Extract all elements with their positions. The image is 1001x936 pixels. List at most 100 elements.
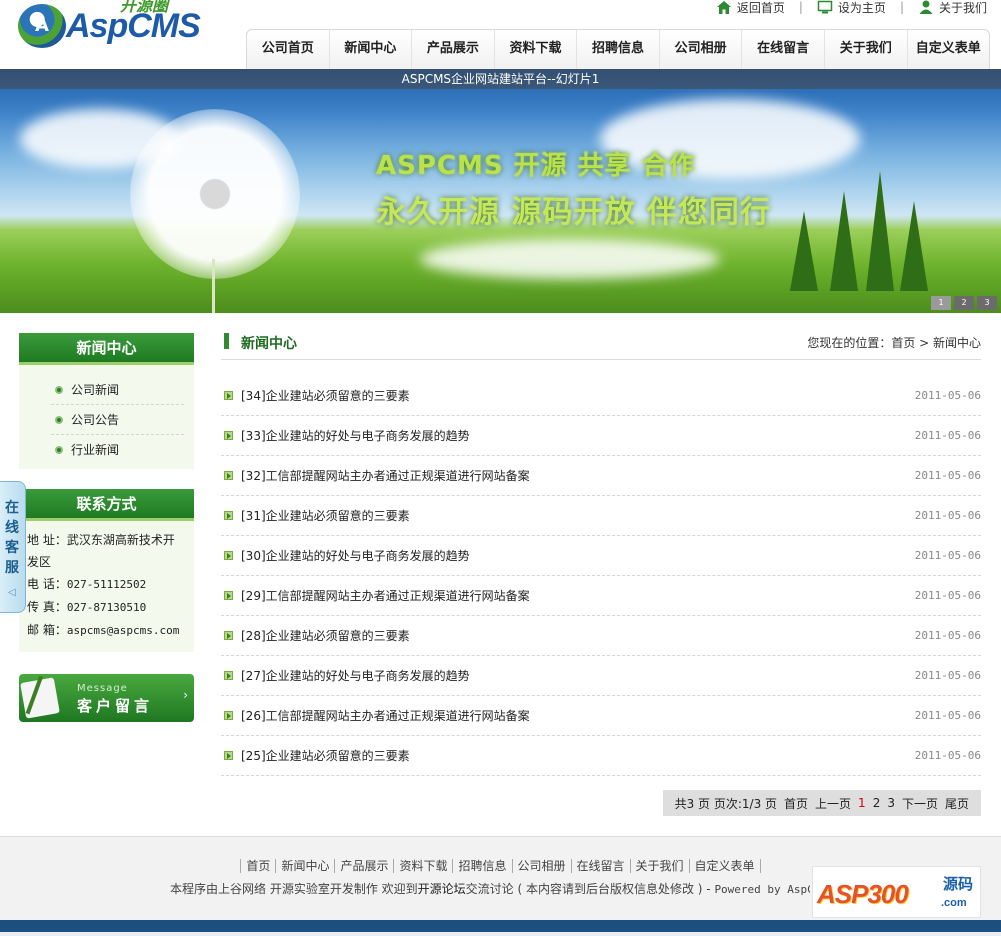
nav-item-album[interactable]: 公司相册 [658,30,742,69]
toplink-about[interactable]: 关于我们 [918,0,987,16]
news-title[interactable]: [30]企业建站的好处与电子商务发展的趋势 [241,547,470,564]
news-item[interactable]: [26]工信部提醒网站主办者通过正规渠道进行网站备案 2011-05-06 [221,696,981,736]
news-item[interactable]: [30]企业建站的好处与电子商务发展的趋势 2011-05-06 [221,536,981,576]
arrow-bullet-icon [224,671,233,680]
toplink-set-home[interactable]: 设为主页 [817,0,886,16]
breadcrumb: 您现在的位置：首页 > 新闻中心 [807,336,981,350]
news-title[interactable]: [29]工信部提醒网站主办者通过正规渠道进行网站备案 [241,587,530,604]
footer-link-downloads[interactable]: 资料下载 [393,859,453,873]
toplink-set-home-label: 设为主页 [837,0,886,15]
pager-page-3[interactable]: 3 [887,796,895,810]
footer-link-jobs[interactable]: 招聘信息 [452,859,512,873]
slide-button-3[interactable]: 3 [977,296,997,310]
toplink-about-label: 关于我们 [938,0,987,15]
news-item[interactable]: [34]企业建站必须留意的三要素 2011-05-06 [221,376,981,416]
footer-link-products[interactable]: 产品展示 [334,859,394,873]
footer-powered-by: Powered by AspCMS [714,883,810,896]
contact-box: 联系方式 地 址：武汉东湖高新技术开发区 电 话：027-51112502 传 … [19,489,194,652]
pager-page-2[interactable]: 2 [873,796,881,810]
footer-link-guestbook[interactable]: 在线留言 [570,859,630,873]
news-title[interactable]: [32]工信部提醒网站主办者通过正规渠道进行网站备案 [241,467,530,484]
banner-slideshow[interactable]: ASPCMS企业网站建站平台--幻灯片1 ASPCMS 开源 共享 合作 永久开… [0,69,1001,313]
tree-image [866,171,894,291]
news-date: 2011-05-06 [914,589,981,602]
tree-image [830,191,858,291]
pager-page-1[interactable]: 1 [858,796,866,810]
arrow-bullet-icon [224,431,233,440]
news-title[interactable]: [34]企业建站必须留意的三要素 [241,387,410,404]
news-date: 2011-05-06 [914,749,981,762]
arrow-bullet-icon [224,631,233,640]
footer-link-album[interactable]: 公司相册 [511,859,571,873]
category-industry-news[interactable]: 行业新闻 [51,435,184,465]
slide-button-2[interactable]: 2 [954,296,974,310]
pager-prev[interactable]: 上一页 [815,795,851,812]
toplink-home[interactable]: 返回首页 [716,0,785,16]
chevron-right-icon: › [183,688,188,702]
news-item[interactable]: [28]企业建站必须留意的三要素 2011-05-06 [221,616,981,656]
nav-item-products[interactable]: 产品展示 [411,30,494,69]
footer-link-home[interactable]: 首页 [240,859,276,873]
pager-first[interactable]: 首页 [784,795,808,812]
footer-link-about[interactable]: 关于我们 [629,859,689,873]
category-label: 行业新闻 [71,443,120,457]
dandelion-stem [212,259,215,313]
news-title[interactable]: [31]企业建站必须留意的三要素 [241,507,410,524]
news-title[interactable]: [26]工信部提醒网站主办者通过正规渠道进行网站备案 [241,707,530,724]
category-announcements[interactable]: 公司公告 [51,405,184,435]
nav-item-news[interactable]: 新闻中心 [328,30,412,69]
news-title[interactable]: [28]企业建站必须留意的三要素 [241,627,410,644]
pager-summary: 共3 页 页次:1/3 页 [674,796,778,811]
logo[interactable]: A AspCMS 开源圈 [16,0,201,52]
category-company-news[interactable]: 公司新闻 [51,375,184,405]
bullet-icon [55,385,63,394]
customer-message-button[interactable]: Message 客户留言 › [19,674,194,722]
pager-last[interactable]: 尾页 [945,795,969,812]
nav-item-guestbook[interactable]: 在线留言 [741,30,824,69]
news-item[interactable]: [31]企业建站必须留意的三要素 2011-05-06 [221,496,981,536]
arrow-bullet-icon [224,751,233,760]
news-item[interactable]: [27]企业建站的好处与电子商务发展的趋势 2011-05-06 [221,656,981,696]
news-date: 2011-05-06 [914,709,981,722]
news-title[interactable]: [33]企业建站的好处与电子商务发展的趋势 [241,427,470,444]
toplink-separator: | [899,0,904,14]
footer-link-news[interactable]: 新闻中心 [275,859,335,873]
slide-button-1[interactable]: 1 [931,296,951,310]
banner-slogan-2: 永久开源 源码开放 伴您同行 [376,195,771,230]
nav-item-about[interactable]: 关于我们 [823,30,907,69]
logo-mark: A [18,4,66,48]
sidebar: 新闻中心 公司新闻 公司公告 行业新闻 联系方式 地 址：武汉东湖高新技术开发区… [19,333,194,722]
tree-image [900,201,928,291]
asp300-brand: ASP300 [817,879,909,909]
news-date: 2011-05-06 [914,629,981,642]
pager-next[interactable]: 下一页 [902,795,938,812]
footer-link-custom-form[interactable]: 自定义表单 [688,859,761,873]
news-category-list: 公司新闻 公司公告 行业新闻 [19,365,194,469]
news-date: 2011-05-06 [914,669,981,682]
news-title[interactable]: [27]企业建站的好处与电子商务发展的趋势 [241,667,470,684]
news-item[interactable]: [33]企业建站的好处与电子商务发展的趋势 2011-05-06 [221,416,981,456]
news-item[interactable]: [29]工信部提醒网站主办者通过正规渠道进行网站备案 2011-05-06 [221,576,981,616]
news-item[interactable]: [32]工信部提醒网站主办者通过正规渠道进行网站备案 2011-05-06 [221,456,981,496]
nav-item-home[interactable]: 公司首页 [247,30,329,69]
forum-link[interactable]: 开源论坛 [418,882,466,896]
banner-slogan-1: ASPCMS 开源 共享 合作 [376,151,696,181]
news-item[interactable]: [25]企业建站必须留意的三要素 2011-05-06 [221,736,981,776]
notepad-pen-icon [20,677,60,719]
news-title[interactable]: [25]企业建站必须留意的三要素 [241,747,410,764]
nav-item-jobs[interactable]: 招聘信息 [576,30,659,69]
arrow-bullet-icon [224,471,233,480]
slide-buttons: 1 2 3 [931,296,997,310]
news-date: 2011-05-06 [914,429,981,442]
nav-item-downloads[interactable]: 资料下载 [493,30,577,69]
online-service-float[interactable]: 在线客服 ◁ [0,481,26,613]
arrow-left-icon: ◁ [8,587,16,598]
contact-title: 联系方式 [19,489,194,521]
email-value[interactable]: aspcms@aspcms.com [67,624,180,637]
arrow-bullet-icon [224,551,233,560]
arrow-bullet-icon [224,591,233,600]
nav-item-custom-form[interactable]: 自定义表单 [906,30,990,69]
arrow-bullet-icon [224,711,233,720]
footer-bottom-bar [0,920,1001,936]
online-service-label: 在线客服 [5,500,19,576]
